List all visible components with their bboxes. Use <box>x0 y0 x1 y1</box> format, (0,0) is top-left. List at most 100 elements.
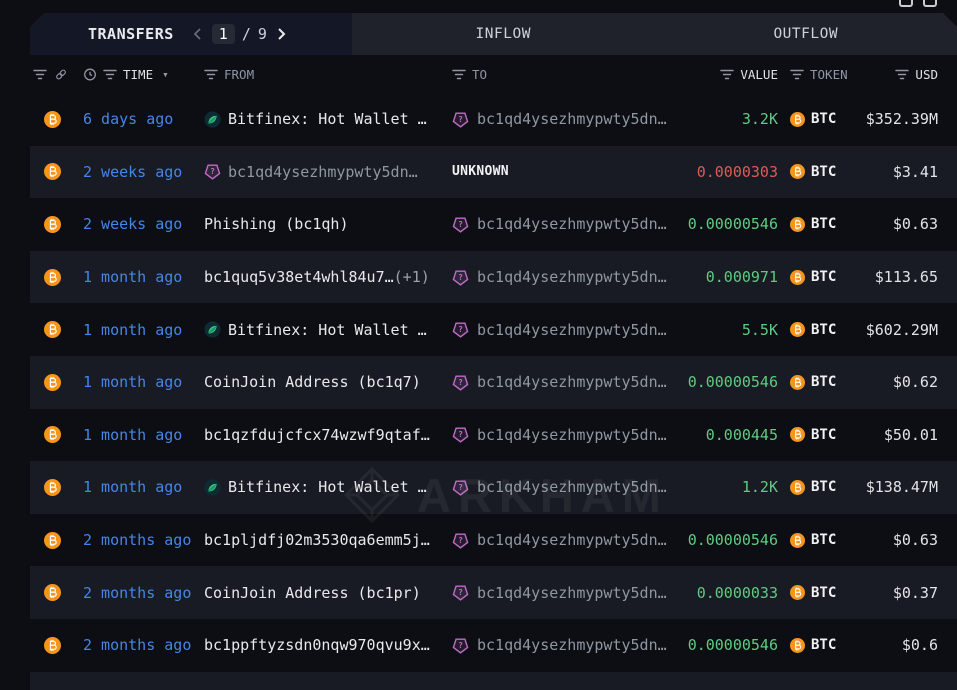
from-label[interactable]: bc1qzfdujcfcx74wzwf9qtaf… <box>204 426 430 444</box>
token-label[interactable]: BTC <box>811 322 836 338</box>
from-label[interactable]: Bitfinex: Hot Wallet … <box>228 478 427 496</box>
token-label[interactable]: BTC <box>811 532 836 548</box>
chevron-right-icon[interactable] <box>274 27 288 41</box>
token-label[interactable]: BTC <box>811 164 836 180</box>
to-label[interactable]: bc1qd4ysezhmypwty5dn… <box>477 215 667 233</box>
token-label[interactable]: BTC <box>811 479 836 495</box>
to-label[interactable]: UNKNOWN <box>452 164 509 179</box>
btc-icon <box>44 321 61 338</box>
usd-value: $50.01 <box>884 426 938 444</box>
from-label[interactable]: Bitfinex: Hot Wallet … <box>228 110 427 128</box>
filter-icon[interactable] <box>720 68 734 81</box>
clock-icon[interactable] <box>83 68 97 81</box>
question-pentagon-icon: ? <box>452 532 469 549</box>
to-label[interactable]: bc1qd4ysezhmypwty5dn… <box>477 268 667 286</box>
window-icon[interactable] <box>923 0 937 7</box>
token-label[interactable]: BTC <box>811 427 836 443</box>
transfer-value: 5.5K <box>742 321 778 339</box>
transfer-time-link[interactable]: 6 days ago <box>83 110 173 128</box>
transfer-time-link[interactable]: 1 month ago <box>83 373 182 391</box>
from-cell: CoinJoin Address (bc1q7) <box>204 356 450 409</box>
transfer-time-link[interactable]: 2 weeks ago <box>83 215 182 233</box>
time-cell: 1 month ago <box>82 356 204 409</box>
from-cell: ?bc1qd4ysezhmypwty5dn… <box>204 146 450 199</box>
transfer-time-link[interactable]: 2 weeks ago <box>83 163 182 181</box>
column-header-from[interactable]: FROM <box>204 55 450 93</box>
to-label[interactable]: bc1qd4ysezhmypwty5dn… <box>477 373 667 391</box>
chevron-left-icon[interactable] <box>191 27 205 41</box>
to-label[interactable]: bc1qd4ysezhmypwty5dn… <box>477 531 667 549</box>
filter-icon[interactable] <box>790 68 804 81</box>
window-icon[interactable] <box>899 0 913 7</box>
token-label[interactable]: BTC <box>811 111 836 127</box>
transfer-time-link[interactable]: 1 month ago <box>83 268 182 286</box>
table-row[interactable]: 2 months ago bc1pljdfj02m3530qa6emm5j…? bc… <box>30 514 957 567</box>
table-row[interactable]: 2 weeks ago ?bc1qd4ysezhmypwty5dn…UNKNOWN… <box>30 146 957 199</box>
from-label[interactable]: CoinJoin Address (bc1q7) <box>204 373 421 391</box>
column-header-token[interactable]: TOKEN <box>784 55 866 93</box>
transfers-tab-label: TRANSFERS <box>88 25 174 43</box>
column-header-to[interactable]: TO <box>450 55 680 93</box>
from-label[interactable]: Bitfinex: Hot Wallet … <box>228 321 427 339</box>
to-label[interactable]: bc1qd4ysezhmypwty5dn… <box>477 584 667 602</box>
transfer-time-link[interactable]: 2 months ago <box>83 584 191 602</box>
table-row[interactable]: 1 month ago bc1qzfdujcfcx74wzwf9qtaf… ?bc1… <box>30 409 957 462</box>
transfer-time-link[interactable]: 1 month ago <box>83 426 182 444</box>
from-cell: CoinJoin Address (bc1pr) <box>204 566 450 619</box>
token-cell: BTC <box>784 198 866 251</box>
transfer-time-link[interactable]: 2 months ago <box>83 531 191 549</box>
token-label[interactable]: BTC <box>811 269 836 285</box>
table-row[interactable]: 2 months agoCoinJoin Address (bc1pr)?bc1… <box>30 566 957 619</box>
token-label[interactable]: BTC <box>811 216 836 232</box>
from-label[interactable]: bc1quq5v38et4whl84u7… <box>204 268 394 286</box>
usd-cell: $3.41 <box>866 146 957 199</box>
to-cell: ?bc1qd4ysezhmypwty5dn… <box>450 303 680 356</box>
table-row[interactable]: 1 month agoCoinJoin Address (bc1q7)?bc1q… <box>30 356 957 409</box>
filter-icon[interactable] <box>33 68 47 81</box>
from-label[interactable]: bc1qd4ysezhmypwty5dn… <box>228 163 418 181</box>
token-cell: BTC <box>784 356 866 409</box>
to-label[interactable]: bc1qd4ysezhmypwty5dn… <box>477 321 667 339</box>
from-cell: bc1ppftyzsdn0nqw970qvu9x… <box>204 619 450 672</box>
tab-inflow[interactable]: INFLOW <box>352 13 655 55</box>
token-label[interactable]: BTC <box>811 585 836 601</box>
btc-icon <box>44 269 61 286</box>
time-cell: 2 months ago <box>82 514 204 567</box>
to-label[interactable]: bc1qd4ysezhmypwty5dn… <box>477 110 667 128</box>
to-label[interactable]: bc1qd4ysezhmypwty5dn… <box>477 478 667 496</box>
table-row[interactable]: 1 month agoBitfinex: Hot Wallet …?bc1qd4… <box>30 461 957 514</box>
token-label[interactable]: BTC <box>811 374 836 390</box>
transfer-time-link[interactable]: 1 month ago <box>83 478 182 496</box>
column-header-usd[interactable]: USD <box>866 55 957 93</box>
table-row[interactable]: 2 weeks agoPhishing (bc1qh)?bc1qd4ysezhm… <box>30 198 957 251</box>
usd-cell: $602.29M <box>866 303 957 356</box>
caret-down-icon[interactable]: ▾ <box>162 68 169 81</box>
value-cell: 0.000971 <box>680 251 784 304</box>
value-cell: 5.5K <box>680 303 784 356</box>
from-label[interactable]: bc1pljdfj02m3530qa6emm5j… <box>204 531 430 549</box>
table-row[interactable]: 6 days agoBitfinex: Hot Wallet …?bc1qd4y… <box>30 93 957 146</box>
column-header-value[interactable]: VALUE <box>680 55 784 93</box>
table-row[interactable]: 2 months agobc1ppftyzsdn0nqw970qvu9x…?bc… <box>30 619 957 672</box>
filter-icon[interactable] <box>204 68 218 81</box>
table-row[interactable]: 1 month ago Bitfinex: Hot Wallet … ?bc1qd4… <box>30 303 957 356</box>
link-icon[interactable] <box>54 68 68 81</box>
to-label[interactable]: bc1qd4ysezhmypwty5dn… <box>477 426 667 444</box>
filter-icon[interactable] <box>895 68 909 81</box>
usd-value: $0.6 <box>902 636 938 654</box>
from-suffix: (+1) <box>394 268 430 286</box>
transfer-time-link[interactable]: 2 months ago <box>83 636 191 654</box>
filter-icon[interactable] <box>452 68 466 81</box>
tab-transfers[interactable]: TRANSFERS 1 / 9 <box>30 13 352 55</box>
from-label[interactable]: Phishing (bc1qh) <box>204 215 349 233</box>
to-cell: ?bc1qd4ysezhmypwty5dn… <box>450 409 680 462</box>
from-label[interactable]: CoinJoin Address (bc1pr) <box>204 584 421 602</box>
column-header-time[interactable]: TIME ▾ <box>82 55 204 93</box>
token-label[interactable]: BTC <box>811 637 836 653</box>
filter-icon[interactable] <box>103 68 117 81</box>
transfer-time-link[interactable]: 1 month ago <box>83 321 182 339</box>
tab-outflow[interactable]: OUTFLOW <box>655 13 957 55</box>
table-row[interactable]: 1 month agobc1quq5v38et4whl84u7…(+1)?bc1… <box>30 251 957 304</box>
to-label[interactable]: bc1qd4ysezhmypwty5dn… <box>477 636 667 654</box>
from-label[interactable]: bc1ppftyzsdn0nqw970qvu9x… <box>204 636 430 654</box>
